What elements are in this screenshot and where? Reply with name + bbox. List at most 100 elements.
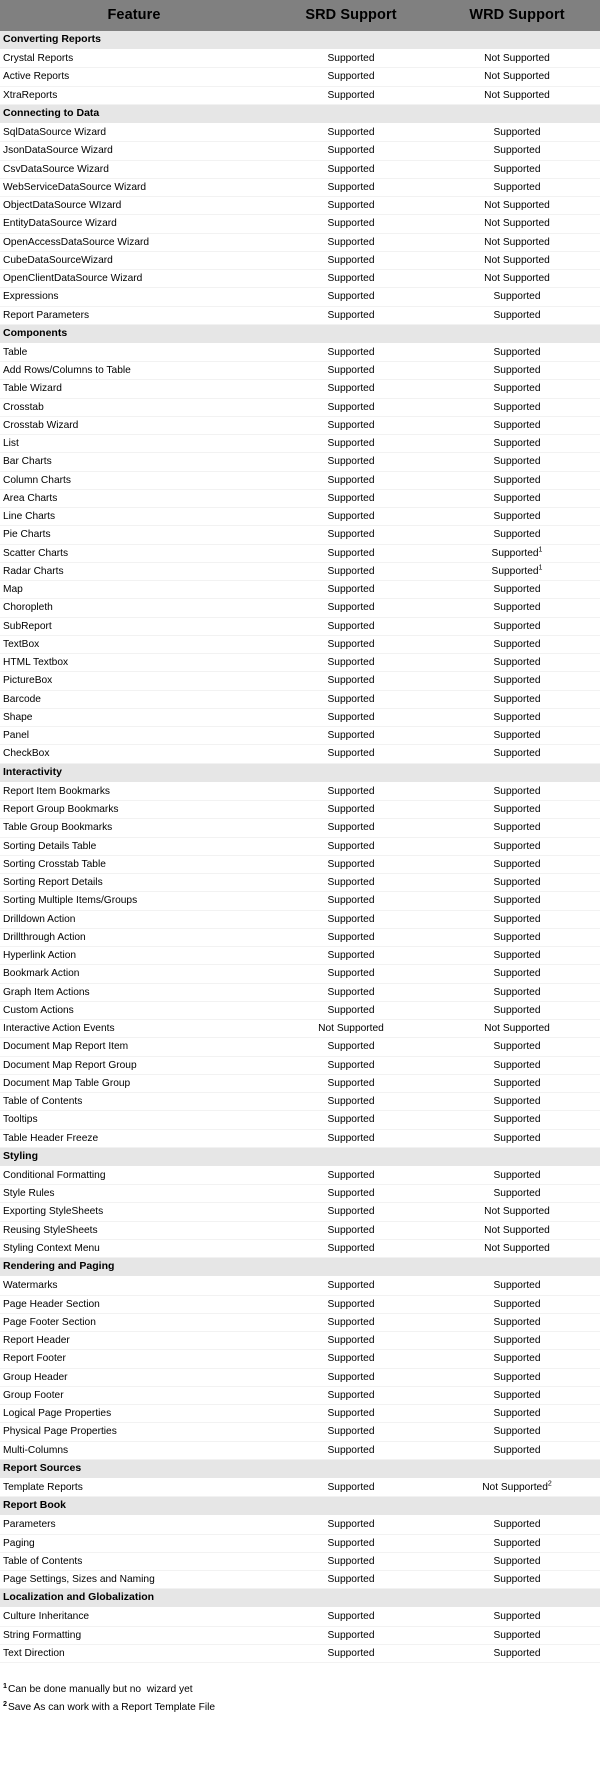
feature-name-cell: Exporting StyleSheets (0, 1202, 268, 1222)
srd-support-cell: Supported (268, 983, 434, 1002)
feature-name-cell: Styling Context Menu (0, 1239, 268, 1259)
feature-name-cell: Report Footer (0, 1349, 268, 1369)
section-title: Report Book (0, 1496, 600, 1517)
srd-support-cell: Supported (268, 1349, 434, 1369)
wrd-support-cell: Supported (434, 123, 600, 143)
feature-name-cell: Scatter Charts (0, 544, 268, 563)
feature-name-cell: Document Map Report Group (0, 1056, 268, 1075)
table-row: Tooltips Supported Supported (0, 1110, 600, 1130)
wrd-support-cell: Supported (434, 1110, 600, 1130)
wrd-support-cell: Supported (434, 379, 600, 399)
table-row: SubReport Supported Supported (0, 617, 600, 636)
wrd-support-cell: Supported (434, 141, 600, 161)
wrd-support-cell: Not Supported (434, 233, 600, 252)
wrd-support-cell: Supported (434, 1386, 600, 1406)
srd-support-cell: Supported (268, 1037, 434, 1057)
wrd-support-cell: Supported (434, 1368, 600, 1387)
feature-name-cell: Radar Charts (0, 562, 268, 582)
feature-name-cell: Text Direction (0, 1644, 268, 1664)
feature-name-cell: Report Parameters (0, 306, 268, 325)
wrd-support-cell: Supported (434, 1349, 600, 1369)
srd-support-cell: Supported (268, 251, 434, 271)
section-title: Styling (0, 1147, 600, 1167)
srd-support-cell: Supported (268, 1092, 434, 1112)
feature-name-cell: Table Header Freeze (0, 1129, 268, 1148)
table-row: Exporting StyleSheets Supported Not Suppor… (0, 1202, 600, 1222)
table-row: Table Group Bookmarks Supported Supported (0, 818, 600, 838)
feature-name-cell: SqlDataSource Wizard (0, 123, 268, 143)
section-header-row: Report Sources (0, 1459, 600, 1479)
srd-support-cell: Supported (268, 1478, 434, 1498)
feature-name-cell: Drilldown Action (0, 910, 268, 929)
wrd-support-cell: Supported (434, 452, 600, 472)
wrd-support-cell: Supported (434, 1313, 600, 1333)
footnote-marker: 1 (538, 564, 543, 572)
srd-support-cell: Supported (268, 653, 434, 673)
wrd-support-cell: Supported (434, 580, 600, 600)
srd-support-cell: Supported (268, 123, 434, 143)
srd-support-cell: Supported (268, 708, 434, 728)
srd-support-cell: Supported (268, 891, 434, 911)
wrd-support-cell: Supported (434, 653, 600, 673)
wrd-support-cell: Supported (434, 690, 600, 709)
srd-support-cell: Supported (268, 1056, 434, 1075)
srd-support-cell: Supported (268, 1331, 434, 1351)
wrd-support-cell: Supported (434, 160, 600, 179)
srd-support-cell: Supported (268, 416, 434, 436)
table-row: Watermarks Supported Supported (0, 1276, 600, 1296)
table-row: Conditional Formatting Supported Supported (0, 1166, 600, 1186)
srd-support-cell: Supported (268, 744, 434, 764)
table-row: Sorting Multiple Items/Groups Supported Su… (0, 891, 600, 911)
feature-name-cell: Report Item Bookmarks (0, 782, 268, 802)
srd-support-cell: Supported (268, 141, 434, 161)
srd-support-cell: Supported (268, 471, 434, 490)
table-row: Hyperlink Action Supported Supported (0, 946, 600, 966)
section-header-row: Rendering and Paging (0, 1257, 600, 1278)
table-row: Style Rules Supported Supported (0, 1184, 600, 1204)
table-row: PictureBox Supported Supported (0, 671, 600, 691)
feature-name-cell: SubReport (0, 617, 268, 636)
table-row: XtraReports Supported Not Supported (0, 86, 600, 105)
table-row: Panel Supported Supported (0, 726, 600, 746)
srd-support-cell: Supported (268, 1313, 434, 1333)
table-row: Parameters Supported Supported (0, 1515, 600, 1535)
table-row: Multi-Columns Supported Supported (0, 1441, 600, 1460)
feature-name-cell: TextBox (0, 635, 268, 655)
srd-support-cell: Supported (268, 1607, 434, 1627)
srd-support-cell: Supported (268, 489, 434, 509)
srd-support-cell: Supported (268, 306, 434, 325)
footnote: 2Save As can work with a Report Template… (3, 1699, 600, 1717)
wrd-support-cell: Supported (434, 1166, 600, 1186)
table-row: Table Header Freeze Supported Supported (0, 1129, 600, 1148)
srd-support-cell: Supported (268, 67, 434, 87)
wrd-support-cell: Supported (434, 398, 600, 417)
feature-name-cell: EntityDataSource Wizard (0, 214, 268, 234)
srd-support-cell: Supported (268, 160, 434, 179)
feature-name-cell: Barcode (0, 690, 268, 709)
srd-support-cell: Supported (268, 544, 434, 563)
wrd-support-cell: Supported (434, 1092, 600, 1112)
feature-name-cell: Parameters (0, 1515, 268, 1535)
wrd-support-cell: Supported (434, 287, 600, 307)
wrd-support-cell: Supported (434, 1184, 600, 1204)
table-row: Bar Charts Supported Supported (0, 452, 600, 472)
wrd-support-cell: Not Supported (434, 1202, 600, 1222)
feature-name-cell: Map (0, 580, 268, 600)
feature-name-cell: Page Header Section (0, 1295, 268, 1314)
srd-support-cell: Supported (268, 782, 434, 802)
column-header-feature: Feature (0, 0, 268, 31)
wrd-support-cell: Not Supported (434, 67, 600, 87)
table-row: Page Footer Section Supported Supported (0, 1313, 600, 1333)
feature-name-cell: Bookmark Action (0, 964, 268, 984)
table-row: CheckBox Supported Supported (0, 744, 600, 764)
table-row: HTML Textbox Supported Supported (0, 653, 600, 673)
feature-name-cell: Crystal Reports (0, 49, 268, 69)
wrd-support-cell: Supported (434, 818, 600, 838)
table-row: Area Charts Supported Supported (0, 489, 600, 509)
table-row: Interactive Action Events Not Supported No… (0, 1019, 600, 1039)
table-row: JsonDataSource Wizard Supported Supported (0, 141, 600, 161)
wrd-support-cell: Not Supported (434, 49, 600, 69)
table-row: Report Parameters Supported Supported (0, 306, 600, 325)
section-header-row: Localization and Globalization (0, 1588, 600, 1609)
feature-name-cell: Sorting Crosstab Table (0, 855, 268, 875)
